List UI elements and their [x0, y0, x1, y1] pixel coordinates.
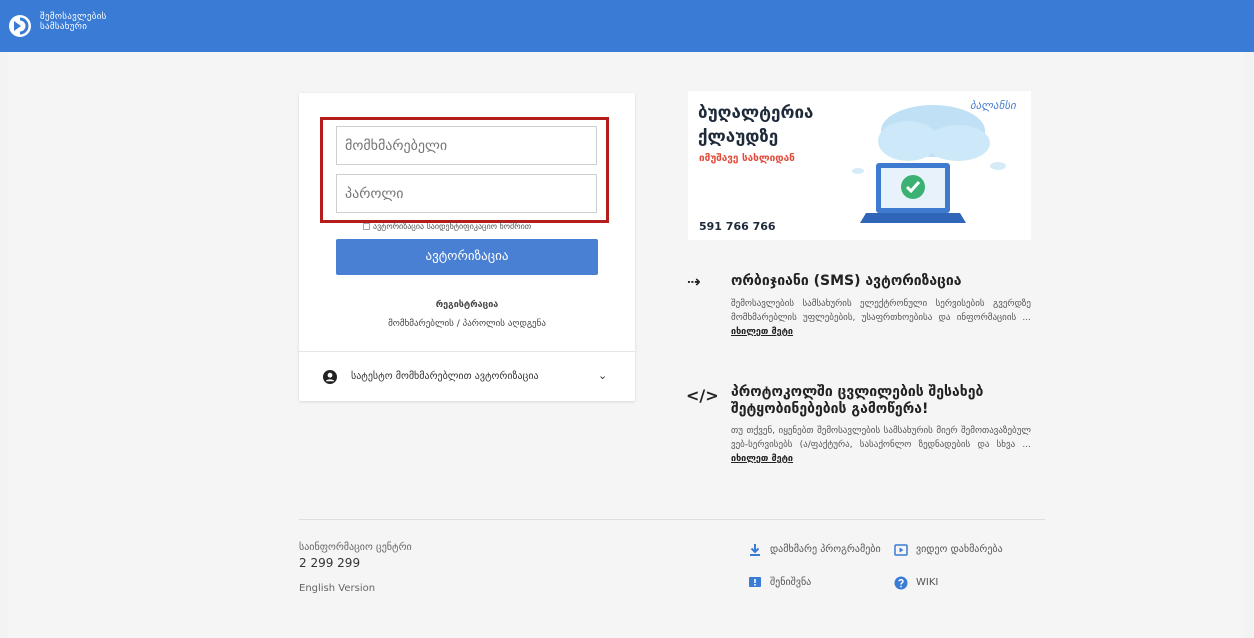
protocol-more-link[interactable]: იხილეთ მეტი [731, 454, 793, 464]
register-link[interactable]: რეგისტრაცია [299, 300, 635, 310]
chevron-down-icon[interactable]: ⌄ [598, 369, 607, 382]
download-icon [750, 544, 760, 556]
logo-icon[interactable] [8, 14, 32, 38]
english-version-link[interactable]: English Version [299, 583, 375, 594]
user-icon [323, 370, 337, 384]
username-input[interactable] [336, 126, 597, 165]
login-arrow-icon: ⇢ [687, 272, 701, 291]
info-center-label: საინფორმაციო ცენტრი [299, 542, 412, 553]
help-icon [894, 576, 908, 590]
cert-option-label: ავტორიზაცია საიდენტიფიკაციო ნომრით [373, 222, 532, 231]
card-divider [299, 351, 635, 352]
promo-banner[interactable]: ბუღალტერია ქლაუდზე იმუშავე სახლიდან 591 … [688, 91, 1031, 240]
protocol-title: პროტოკოლში ცვლილების შესახებ შეტყობინებე… [731, 384, 984, 417]
test-user-label: სატესტო მომხმარებლით ავტორიზაცია [351, 371, 539, 382]
feedback-icon [749, 577, 761, 587]
protocol-description: თუ თქვენ, იყენებთ შემოსავლების სამსახური… [731, 426, 1031, 450]
feedback-label: შენიშვნა [770, 577, 812, 588]
sms-auth-description: შემოსავლების სამსახურის ელექტრონული სერვ… [731, 299, 1031, 323]
cloud-laptop-illustration [852, 105, 1006, 223]
test-user-login-toggle[interactable]: სატესტო მომხმარებლით ავტორიზაცია ⌄ [323, 369, 613, 389]
footer-divider [299, 519, 1045, 520]
logo-text[interactable]: შემოსავლების სამსახური [40, 12, 107, 32]
recover-link[interactable]: მომხმარებლის / პაროლის აღდგენა [299, 319, 635, 329]
sms-auth-text: შემოსავლების სამსახურის ელექტრონული სერვ… [731, 297, 1031, 339]
top-bar: შემოსავლების სამსახური [0, 0, 1254, 52]
cert-checkbox[interactable] [363, 223, 370, 230]
download-label: დამხმარე პროგრამები [770, 544, 881, 555]
password-input[interactable] [336, 174, 597, 213]
info-center-phone: 2 299 299 [299, 556, 361, 570]
login-button[interactable]: ავტორიზაცია [336, 239, 598, 275]
banner-title-2: ქლაუდზე [698, 127, 779, 147]
banner-title-1: ბუღალტერია [698, 103, 814, 123]
sms-auth-more-link[interactable]: იხილეთ მეტი [731, 327, 793, 337]
logo-line-2: სამსახური [40, 22, 88, 32]
video-icon [894, 544, 908, 556]
login-card: ავტორიზაცია საიდენტიფიკაციო ნომრით ავტორ… [299, 93, 635, 401]
sms-auth-title: ორბიჯიანი (SMS) ავტორიზაცია [731, 273, 962, 289]
cert-login-option[interactable]: ავტორიზაცია საიდენტიფიკაციო ნომრით [363, 222, 531, 232]
banner-subtitle: იმუშავე სახლიდან [699, 153, 795, 164]
logo-line-1: შემოსავლების [40, 12, 107, 22]
protocol-text: თუ თქვენ, იყენებთ შემოსავლების სამსახური… [731, 424, 1031, 466]
wiki-label: WIKI [916, 577, 939, 588]
code-icon: </> [686, 386, 719, 405]
video-help-label: ვიდეო დახმარება [916, 544, 1003, 555]
banner-phone: 591 766 766 [699, 220, 776, 233]
